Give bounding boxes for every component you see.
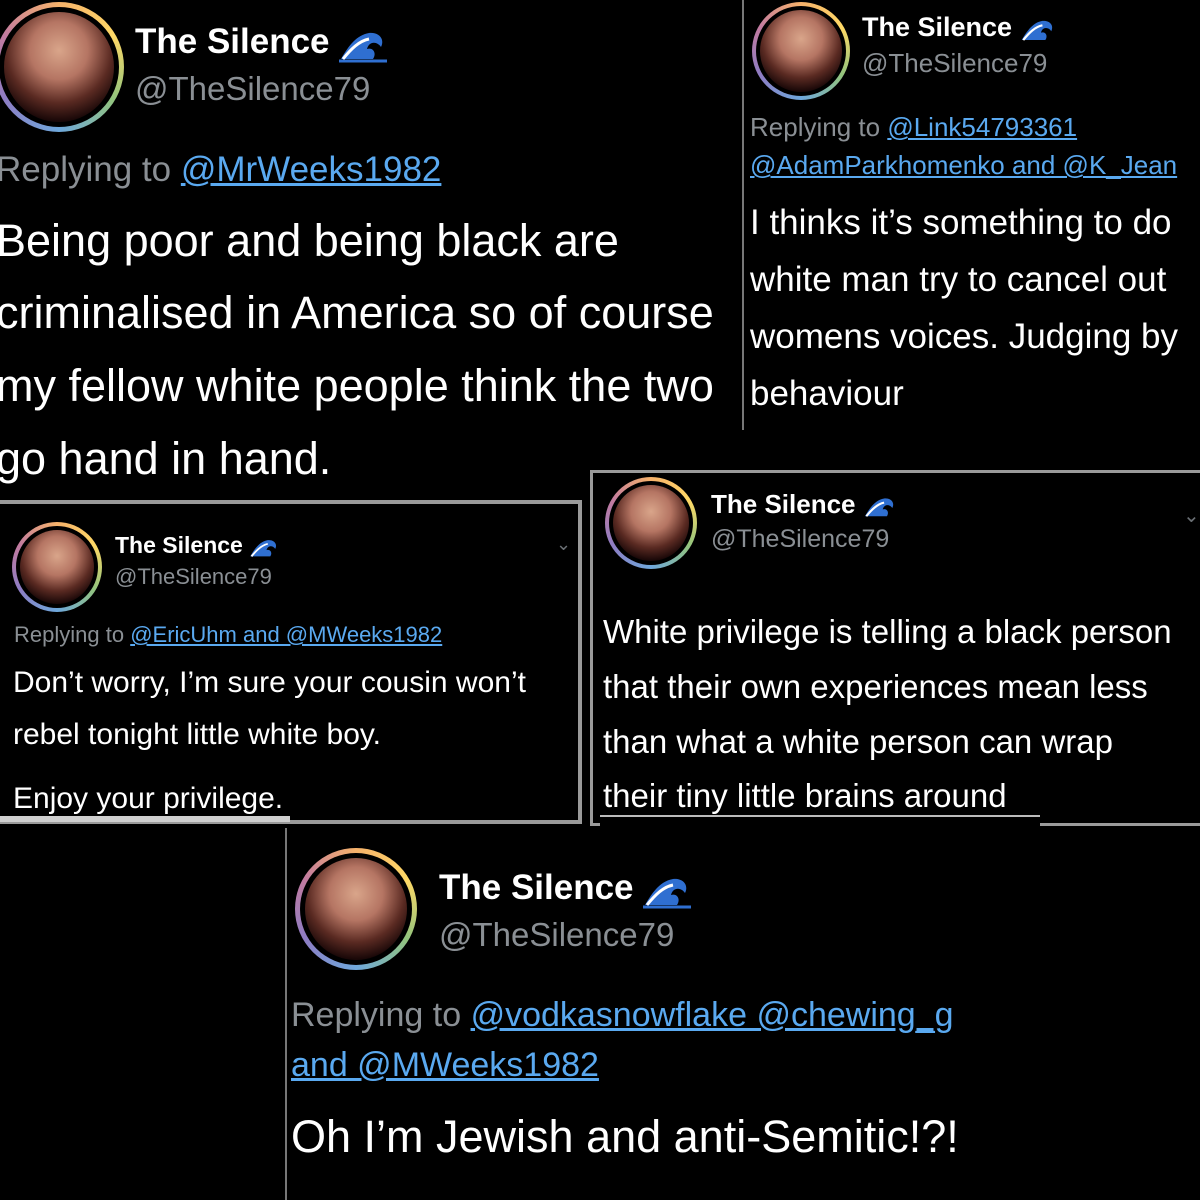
avatar[interactable] <box>605 477 697 569</box>
user-handle[interactable]: @TheSilence79 <box>115 564 272 590</box>
wave-icon <box>643 878 692 909</box>
display-name[interactable]: The Silence <box>115 532 279 559</box>
tweet-text: their tiny little brains around <box>603 777 1007 814</box>
torn-edge <box>600 815 1040 827</box>
replying-to: Replying to @vodkasnowflake @chewing_g <box>291 996 954 1034</box>
tweet-text: womens voices. Judging by <box>750 317 1178 356</box>
wave-icon <box>250 539 277 557</box>
torn-edge <box>0 816 290 822</box>
avatar[interactable] <box>295 848 417 970</box>
wave-icon <box>864 498 893 518</box>
tweet-text: my fellow white people think the two <box>0 360 714 411</box>
tweet-text: criminalised in America so of course <box>0 287 714 338</box>
tweet-text: Being poor and being black are <box>0 215 619 266</box>
replying-to: Replying to @EricUhm and @MWeeks1982 <box>14 622 443 647</box>
display-name[interactable]: The Silence <box>862 12 1056 43</box>
tweet-text: rebel tonight little white boy. <box>13 718 381 751</box>
user-handle[interactable]: @TheSilence79 <box>439 916 674 954</box>
mention-link[interactable]: @vodkasnowflake @chewing_g <box>471 996 954 1034</box>
tweet-text: I thinks it’s something to do <box>750 203 1172 242</box>
replying-to-cont: @AdamParkhomenko and @K_Jean <box>750 150 1177 181</box>
avatar[interactable] <box>0 2 124 132</box>
chevron-down-icon[interactable]: ⌄ <box>556 534 571 555</box>
replying-to: Replying to @MrWeeks1982 <box>0 150 442 189</box>
replying-to: Replying to @Link54793361 <box>750 112 1078 142</box>
tweet-text: Oh I’m Jewish and anti-Semitic!?! <box>291 1111 959 1162</box>
user-handle[interactable]: @TheSilence79 <box>711 525 889 554</box>
tweet-text: White privilege is telling a black perso… <box>603 613 1172 650</box>
replying-to-cont: and @MWeeks1982 <box>291 1046 599 1085</box>
user-handle[interactable]: @TheSilence79 <box>135 70 370 108</box>
display-name[interactable]: The Silence <box>711 489 897 520</box>
chevron-down-icon[interactable]: ⌄ <box>1183 503 1200 528</box>
mention-link[interactable]: @MrWeeks1982 <box>181 150 442 189</box>
mention-link[interactable]: and @MWeeks1982 <box>291 1046 599 1084</box>
mention-link[interactable]: @AdamParkhomenko and @K_Jean <box>750 150 1177 180</box>
user-handle[interactable]: @TheSilence79 <box>862 48 1047 79</box>
tweet-text: Don’t worry, I’m sure your cousin won’t <box>13 666 526 699</box>
tweet-text: than what a white person can wrap <box>603 723 1113 760</box>
tweet-card-5: The Silence @TheSilence79 Replying to @v… <box>285 828 1032 1200</box>
tweet-text: white man try to cancel out <box>750 260 1167 299</box>
tweet-card-4: The Silence @TheSilence79 ⌄ White privil… <box>590 470 1200 826</box>
avatar[interactable] <box>12 522 102 612</box>
mention-link[interactable]: @Link54793361 <box>887 112 1077 142</box>
tweet-card-3: The Silence @TheSilence79 ⌄ Replying to … <box>0 500 582 824</box>
mention-link[interactable]: @EricUhm and @MWeeks1982 <box>130 622 442 647</box>
display-name[interactable]: The Silence <box>135 22 388 63</box>
tweet-card-1: The Silence @TheSilence79 Replying to @M… <box>0 0 745 500</box>
tweet-text: that their own experiences mean less <box>603 668 1148 705</box>
wave-icon <box>339 32 388 63</box>
display-name[interactable]: The Silence <box>439 868 692 909</box>
tweet-card-2: The Silence @TheSilence79 Replying to @L… <box>742 0 1200 430</box>
tweet-text: Enjoy your privilege. <box>13 782 284 815</box>
avatar[interactable] <box>752 2 850 100</box>
tweet-text: go hand in hand. <box>0 433 332 484</box>
wave-icon <box>1021 20 1052 41</box>
tweet-text: behaviour <box>750 374 904 413</box>
